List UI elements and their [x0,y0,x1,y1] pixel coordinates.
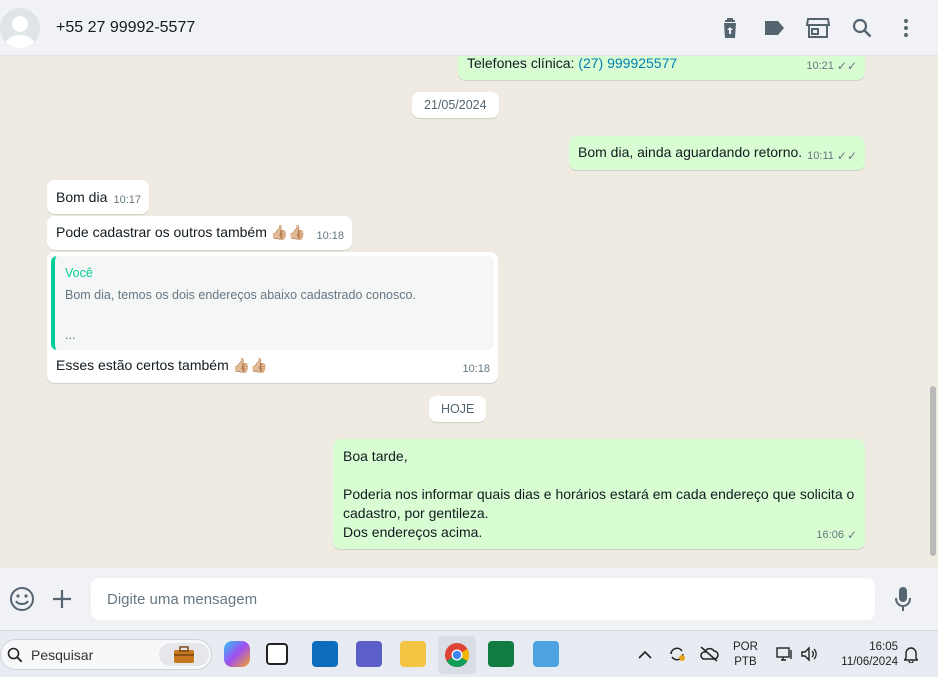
delete-icon[interactable] [718,16,742,40]
volume-icon[interactable] [800,646,818,667]
message-composer [0,568,938,630]
avatar-head [12,15,28,32]
windows-taskbar: Pesquisar POR PTB 16:05 11/06/2024 [0,630,938,677]
microsoft-store-icon[interactable] [312,641,338,667]
message-meta: 10:18 [316,227,344,246]
chrome-icon[interactable] [438,636,476,674]
message-meta: 10:17 [113,191,141,210]
message-incoming[interactable]: Bom dia 10:17 [47,180,149,214]
message-outgoing[interactable]: Bom dia, ainda aguardando retorno. 10:11… [569,136,865,170]
message-text: Telefones clínica: [467,56,579,71]
label-icon[interactable] [762,16,786,40]
phone-link[interactable]: (27) 999925577 [578,56,677,71]
message-meta: 10:21 ✓✓ [806,57,857,76]
chat-header: +55 27 99992-5577 [0,0,938,56]
system-clock[interactable]: 16:05 11/06/2024 [832,640,898,670]
briefcase-icon [159,643,209,666]
teams-icon[interactable] [356,641,382,667]
quote-author: Você [65,266,93,280]
notification-bell-icon[interactable] [903,646,919,668]
date-separator: HOJE [429,396,487,422]
message-list[interactable]: Telefones clínica: (27) 999925577 10:21 … [0,56,938,568]
message-text: Bom dia, ainda aguardando retorno. [578,144,803,160]
clock-time: 16:05 [869,641,898,653]
date-separator: 21/05/2024 [412,92,499,118]
contact-avatar[interactable] [0,7,40,48]
excel-icon[interactable] [488,641,514,667]
search-icon[interactable] [850,16,874,40]
message-outgoing[interactable]: Telefones clínica: (27) 999925577 10:21 … [458,56,865,80]
message-time: 10:21 [806,60,834,72]
quote-ellipsis: ... [65,328,76,342]
message-meta: 16:06 ✓ [816,526,857,545]
message-time: 16:06 [816,529,844,541]
microphone-icon[interactable] [888,584,918,614]
menu-icon[interactable] [894,16,918,40]
message-incoming[interactable]: Pode cadastrar os outros também 👍🏼👍🏼 10:… [47,216,352,250]
quoted-message[interactable]: Você Bom dia, temos os dois endereços ab… [51,256,494,350]
message-meta: 10:11 ✓✓ [807,147,857,166]
sync-icon[interactable] [667,645,687,668]
double-check-icon: ✓✓ [836,149,857,163]
search-icon [7,647,23,668]
double-check-icon: ✓✓ [836,59,857,73]
header-actions [718,0,918,56]
message-line: Dos endereços acima. [343,524,483,540]
message-line: cadastro, por gentileza. [343,505,489,521]
message-time: 10:18 [316,230,344,242]
attach-plus-icon[interactable] [47,584,77,614]
message-line: Poderia nos informar quais dias e horári… [343,486,855,502]
quote-text: Bom dia, temos os dois endereços abaixo … [65,288,416,302]
contact-name[interactable]: +55 27 99992-5577 [56,19,195,37]
input-language-line1: POR [733,641,758,653]
message-time: 10:17 [113,194,141,206]
store-icon[interactable] [806,16,830,40]
message-input[interactable] [91,578,875,620]
input-language[interactable]: POR PTB [733,640,758,670]
message-text: Esses estão certos também 👍🏼👍🏼 [56,357,268,373]
copilot-icon[interactable] [224,641,250,667]
avatar-body [5,34,35,48]
message-outgoing[interactable]: Boa tarde, Poderia nos informar quais di… [333,439,865,549]
taskbar-search-label: Pesquisar [31,646,94,663]
tray-chevron-up-icon[interactable] [638,647,652,665]
message-text: Pode cadastrar os outros também 👍🏼👍🏼 [56,224,306,240]
clock-date: 11/06/2024 [841,656,898,668]
message-time: 10:11 [807,150,834,162]
task-view-icon[interactable] [266,643,288,665]
message-incoming-reply[interactable]: Você Bom dia, temos os dois endereços ab… [47,252,498,383]
message-line: Boa tarde, [343,448,408,464]
chat-scrollbar[interactable] [930,386,936,556]
single-check-icon: ✓ [846,528,857,542]
message-meta: 10:18 [462,360,490,379]
message-text: Bom dia [56,189,108,205]
notepad-icon[interactable] [533,641,559,667]
message-time: 10:18 [462,363,490,375]
network-icon[interactable] [776,646,794,667]
emoji-icon[interactable] [7,584,37,614]
cloud-offline-icon[interactable] [699,646,719,667]
taskbar-search[interactable]: Pesquisar [0,639,212,670]
input-language-line2: PTB [734,656,757,668]
file-explorer-icon[interactable] [400,641,426,667]
